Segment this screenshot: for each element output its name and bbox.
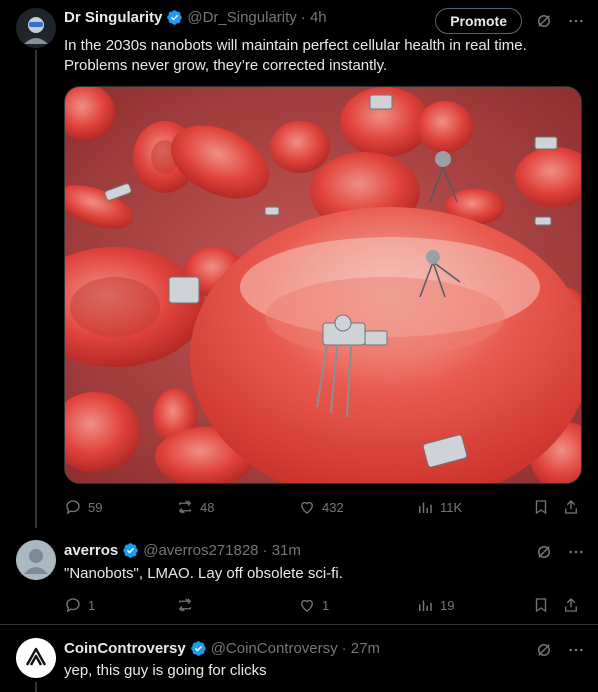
author-name[interactable]: Dr Singularity (64, 9, 162, 26)
views-button[interactable]: 11K (416, 498, 462, 516)
timestamp[interactable]: · 31m (263, 542, 301, 559)
share-icon (565, 598, 577, 612)
timestamp[interactable]: · 27m (342, 640, 380, 657)
avatar[interactable] (16, 8, 56, 48)
reply-count: 1 (88, 597, 96, 613)
tweet-main[interactable]: Dr Singularity @Dr_Singularity · 4h Prom… (0, 0, 598, 528)
bookmark-button[interactable] (532, 596, 550, 614)
author-name[interactable]: averros (64, 542, 118, 559)
tweet-text: yep, this guy is going for clicks (64, 662, 267, 679)
tweet-text: "Nanobots", LMAO. Lay off obsolete sci-f… (64, 565, 343, 582)
view-count: 11K (440, 499, 463, 515)
analytics-icon (419, 502, 432, 513)
repost-icon (178, 500, 192, 514)
red-blood-cells-with-nanobots-illustration (65, 87, 581, 483)
analytics-icon (419, 600, 432, 611)
author-handle[interactable]: @averros271828 (143, 542, 258, 559)
share-button[interactable] (562, 498, 580, 516)
author-handle[interactable]: @Dr_Singularity (187, 9, 296, 26)
thread-connector (35, 50, 37, 528)
thread-connector (35, 682, 37, 692)
reply-icon (66, 500, 80, 515)
promote-button[interactable]: Promote (435, 8, 522, 34)
bookmark-icon (535, 500, 547, 515)
share-button[interactable] (562, 596, 580, 614)
more-options-icon[interactable] (566, 542, 586, 562)
heart-icon (301, 599, 313, 612)
timestamp[interactable]: · 4h (301, 9, 327, 26)
author-handle[interactable]: @CoinControversy (211, 640, 338, 657)
divider (0, 624, 598, 625)
reply-icon (66, 598, 80, 613)
share-icon (565, 500, 577, 514)
views-button[interactable]: 19 (416, 596, 454, 614)
bookmark-button[interactable] (532, 498, 550, 516)
more-options-icon[interactable] (566, 640, 586, 660)
like-button[interactable]: 432 (298, 498, 344, 516)
verified-badge-icon (166, 9, 183, 26)
like-count: 432 (322, 499, 344, 515)
more-options-icon[interactable] (566, 11, 586, 31)
like-button[interactable]: 1 (298, 596, 329, 614)
reply-button[interactable]: 1 (64, 596, 95, 614)
reply-button[interactable]: 59 (64, 498, 102, 516)
tweet-text: In the 2030s nanobots will maintain perf… (64, 37, 527, 74)
bookmark-icon (535, 598, 547, 613)
view-count: 19 (440, 597, 455, 613)
avatar[interactable] (16, 638, 56, 678)
repost-button[interactable] (176, 596, 200, 614)
verified-badge-icon (190, 640, 207, 657)
repost-icon (178, 598, 192, 612)
grok-icon[interactable] (534, 640, 554, 660)
repost-count: 48 (200, 499, 215, 515)
repost-button[interactable]: 48 (176, 498, 214, 516)
reply-tweet[interactable]: CoinControversy @CoinControversy · 27m y… (0, 626, 598, 692)
tweet-image[interactable] (64, 86, 582, 484)
reply-count: 59 (88, 499, 103, 515)
avatar[interactable] (16, 540, 56, 580)
reply-tweet[interactable]: averros @averros271828 · 31m "Nanobots",… (0, 528, 598, 628)
grok-icon[interactable] (534, 542, 554, 562)
author-name[interactable]: CoinControversy (64, 640, 186, 657)
heart-icon (301, 501, 313, 514)
like-count: 1 (322, 597, 330, 613)
grok-icon[interactable] (534, 11, 554, 31)
verified-badge-icon (122, 542, 139, 559)
